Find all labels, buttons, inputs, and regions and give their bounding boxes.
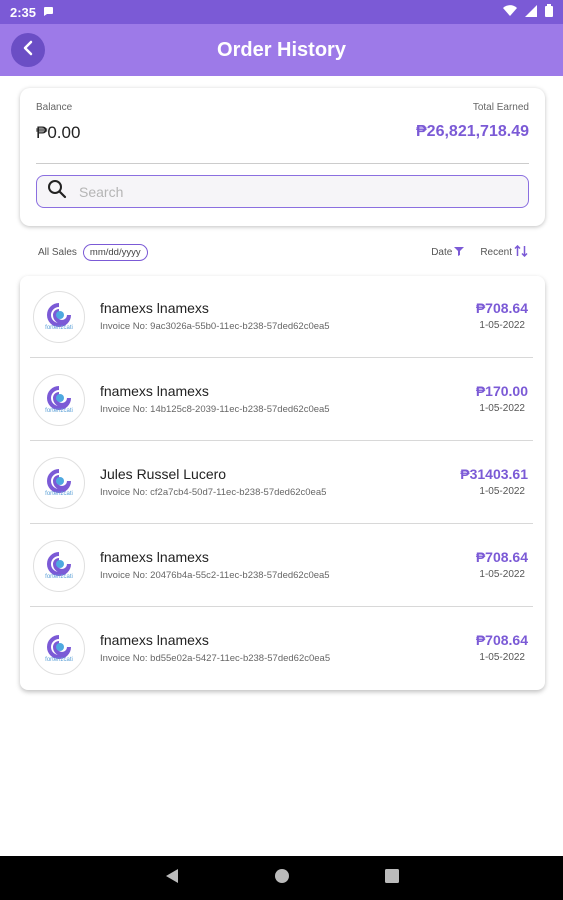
system-nav-bar [0, 856, 563, 900]
customer-name: fnamexs lnamexs [100, 632, 209, 648]
merchant-logo: fortenzcati [33, 457, 85, 509]
order-list: fortenzcati fnamexs lnamexs Invoice No: … [20, 276, 545, 690]
invoice-number: Invoice No: cf2a7cb4-50d7-11ec-b238-57de… [100, 487, 327, 498]
date-sort-button[interactable]: Date [431, 246, 465, 259]
divider [36, 163, 529, 164]
order-date: 1-05-2022 [479, 652, 525, 663]
nav-back-button[interactable] [165, 868, 179, 889]
order-amount: ₱708.64 [475, 300, 528, 316]
merchant-logo: fortenzcati [33, 291, 85, 343]
total-earned-label: Total Earned [472, 102, 529, 113]
order-date: 1-05-2022 [479, 486, 525, 497]
order-amount: ₱31403.61 [460, 466, 528, 482]
logo-text: fortenzcati [45, 325, 73, 331]
order-date: 1-05-2022 [479, 569, 525, 580]
logo-text: fortenzcati [45, 574, 73, 580]
search-icon [47, 179, 67, 204]
recent-sort-button[interactable]: Recent [480, 244, 528, 260]
logo-text: fortenzcati [45, 657, 73, 663]
customer-name: fnamexs lnamexs [100, 300, 209, 316]
square-recents-icon [384, 868, 399, 888]
order-amount: ₱708.64 [475, 632, 528, 648]
circle-home-icon [274, 868, 290, 889]
nav-recents-button[interactable] [384, 868, 399, 888]
chat-notification-icon [42, 5, 54, 20]
date-sort-label: Date [431, 246, 453, 258]
order-row[interactable]: fortenzcati Jules Russel Lucero Invoice … [30, 442, 533, 524]
sort-group: Date Recent [431, 244, 528, 260]
recent-sort-label: Recent [480, 246, 512, 258]
merchant-logo: fortenzcati [33, 623, 85, 675]
logo-text: fortenzcati [45, 408, 73, 414]
triangle-back-icon [165, 868, 179, 889]
page-title: Order History [217, 38, 346, 61]
customer-name: fnamexs lnamexs [100, 549, 209, 565]
search-bar[interactable] [36, 175, 529, 208]
order-row[interactable]: fortenzcati fnamexs lnamexs Invoice No: … [30, 525, 533, 607]
balance-value: ₱0.00 [36, 123, 81, 142]
date-filter-input[interactable]: mm/dd/yyyy [82, 243, 148, 261]
customer-name: fnamexs lnamexs [100, 383, 209, 399]
invoice-number: Invoice No: 20476b4a-55c2-11ec-b238-57de… [100, 570, 330, 581]
arrow-left-icon [20, 40, 36, 61]
battery-icon [545, 4, 553, 20]
status-time: 2:35 [10, 4, 37, 20]
search-input[interactable] [79, 183, 479, 200]
invoice-number: Invoice No: bd55e02a-5427-11ec-b238-57de… [100, 653, 331, 664]
sort-arrows-icon [514, 244, 528, 260]
merchant-logo: fortenzcati [33, 540, 85, 592]
nav-home-button[interactable] [274, 868, 290, 889]
order-date: 1-05-2022 [479, 320, 525, 331]
customer-name: Jules Russel Lucero [100, 466, 227, 482]
status-bar: 2:35 [0, 0, 563, 24]
all-sales-label: All Sales [38, 246, 77, 258]
total-earned-value: ₱26,821,718.49 [416, 123, 529, 140]
order-row[interactable]: fortenzcati fnamexs lnamexs Invoice No: … [30, 608, 533, 690]
order-date: 1-05-2022 [479, 403, 525, 414]
filter-row: All Sales mm/dd/yyyy Date Recent [38, 243, 528, 261]
order-amount: ₱708.64 [475, 549, 528, 565]
back-button[interactable] [11, 33, 45, 67]
order-row[interactable]: fortenzcati fnamexs lnamexs Invoice No: … [30, 359, 533, 441]
logo-text: fortenzcati [45, 491, 73, 497]
wifi-icon [503, 4, 517, 20]
balance-card: Balance Total Earned ₱0.00 ₱26,821,718.4… [20, 88, 545, 226]
merchant-logo: fortenzcati [33, 374, 85, 426]
order-row[interactable]: fortenzcati fnamexs lnamexs Invoice No: … [30, 276, 533, 358]
app-bar: Order History [0, 24, 563, 76]
filter-icon [454, 246, 465, 259]
order-amount: ₱170.00 [475, 383, 528, 399]
balance-label: Balance [36, 102, 73, 113]
invoice-number: Invoice No: 14b125c8-2039-11ec-b238-57de… [100, 404, 330, 415]
signal-icon [525, 4, 537, 20]
invoice-number: Invoice No: 9ac3026a-55b0-11ec-b238-57de… [100, 321, 330, 332]
